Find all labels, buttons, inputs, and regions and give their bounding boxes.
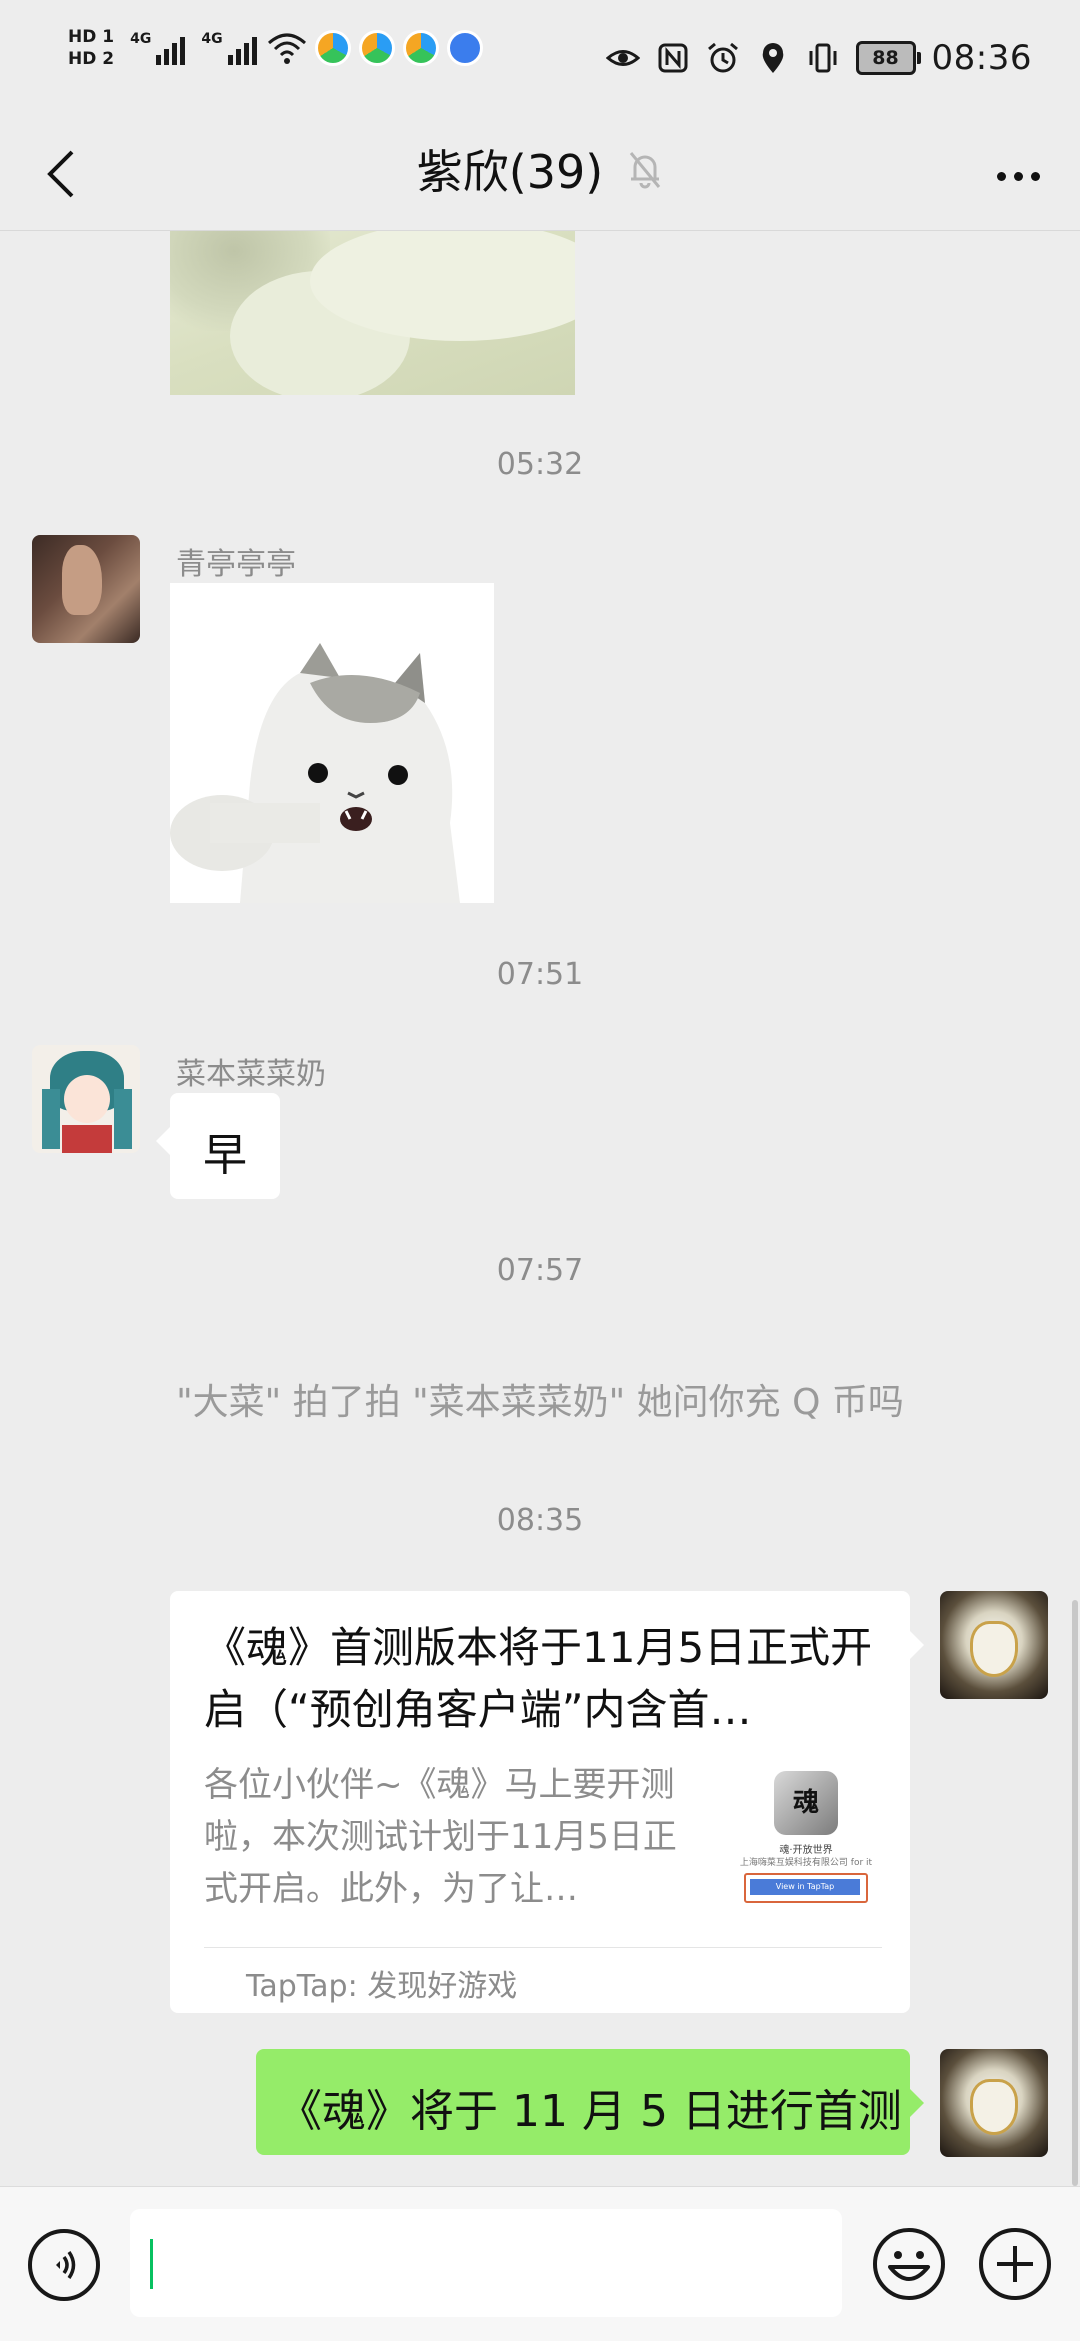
card-description: 各位小伙伴~《魂》马上要开测啦，本次测试计划于11月5日正式开启。此外，为了让… — [204, 1765, 677, 1909]
status-bar: HD 1 HD 2 4G 4G 88 08:36 — [0, 0, 1080, 120]
app-notification-icon-1 — [314, 30, 351, 66]
sender-name: 菜本菜菜奶 — [176, 1057, 326, 1092]
avatar[interactable] — [32, 1045, 140, 1153]
card-thumb-company: 上海嗨菜互娱科技有限公司 for it — [739, 1858, 873, 1868]
message-text: 《魂》将于 11 月 5 日进行首测 — [278, 2086, 902, 2137]
bell-off-icon — [630, 152, 661, 189]
timestamp: 07:57 — [496, 1253, 584, 1288]
status-left: HD 1 HD 2 4G 4G — [68, 28, 483, 68]
card-thumbnail: 魂 魂·开放世界 上海嗨菜互娱科技有限公司 for it View in Tap… — [736, 1769, 876, 1909]
net2-label: 4G — [201, 31, 223, 47]
signal-icon-2: 4G — [201, 31, 257, 65]
timestamp: 05:32 — [496, 447, 584, 482]
card-title: 《魂》首测版本将于11月5日正式开启（“预创角客户端”内含首… — [204, 1623, 873, 1734]
scrollbar[interactable] — [1072, 1600, 1078, 2186]
cat-sticker-image — [170, 643, 460, 903]
self-avatar[interactable] — [940, 1591, 1048, 1699]
signal-icon: 4G — [130, 31, 186, 65]
vibrate-icon — [809, 43, 837, 73]
text-cursor — [150, 2239, 153, 2289]
eye-icon — [605, 50, 640, 66]
avatar[interactable] — [32, 535, 140, 643]
more-options-button[interactable] — [986, 148, 1050, 204]
message-input[interactable] — [130, 2209, 842, 2317]
net1-label: 4G — [130, 31, 152, 47]
voice-input-button[interactable] — [28, 2229, 100, 2301]
message-list[interactable]: 05:32 青亭亭亭 07:51 菜本菜菜奶 早 07:57 "大菜" 拍了拍 … — [0, 231, 1080, 2186]
status-right: 88 08:36 — [605, 38, 1032, 78]
self-avatar[interactable] — [940, 2049, 1048, 2157]
location-icon — [762, 43, 783, 73]
alarm-icon — [707, 42, 738, 73]
status-time: 08:36 — [931, 38, 1032, 78]
card-divider — [204, 1947, 882, 1948]
cat-sticker-message[interactable] — [170, 583, 494, 903]
emoji-button[interactable] — [872, 2227, 946, 2301]
hd-indicator: HD 1 HD 2 — [68, 28, 114, 68]
app-notification-icon-3 — [402, 30, 439, 66]
timestamp: 08:35 — [496, 1503, 584, 1538]
sender-name: 青亭亭亭 — [176, 547, 296, 582]
plus-button[interactable] — [978, 2227, 1052, 2301]
card-thumb-button: View in TapTap — [750, 1879, 860, 1895]
hd2-label: HD 2 — [68, 49, 115, 69]
hd1-label: HD 1 — [68, 27, 115, 47]
card-thumb-title: 魂·开放世界 — [779, 1845, 833, 1856]
chat-title: 紫欣(39) — [416, 145, 604, 199]
wifi-icon — [267, 33, 306, 64]
app-notification-icon-2 — [358, 30, 395, 66]
nfc-icon — [658, 43, 688, 73]
chat-header: 紫欣(39) — [0, 120, 1080, 231]
pat-system-message: "大菜" 拍了拍 "菜本菜菜奶" 她问你充 Q 币吗 — [176, 1382, 904, 1423]
input-bar — [0, 2186, 1080, 2341]
voice-icon — [56, 2251, 76, 2279]
chat-title-bar: 紫欣(39) — [0, 136, 1080, 202]
text-message-bubble[interactable]: 早 — [156, 1093, 280, 1199]
timestamp: 07:51 — [496, 957, 584, 992]
message-text: 早 — [203, 1130, 247, 1181]
battery-indicator: 88 — [855, 41, 921, 75]
app-notification-icon-4 — [446, 30, 483, 66]
text-message-bubble-own[interactable]: 《魂》将于 11 月 5 日进行首测 — [256, 2049, 924, 2155]
image-message-partial[interactable] — [170, 231, 575, 395]
link-card-message[interactable]: 《魂》首测版本将于11月5日正式开启（“预创角客户端”内含首… 各位小伙伴~《魂… — [170, 1591, 924, 2013]
card-source: TapTap: 发现好游戏 — [246, 1969, 518, 2004]
